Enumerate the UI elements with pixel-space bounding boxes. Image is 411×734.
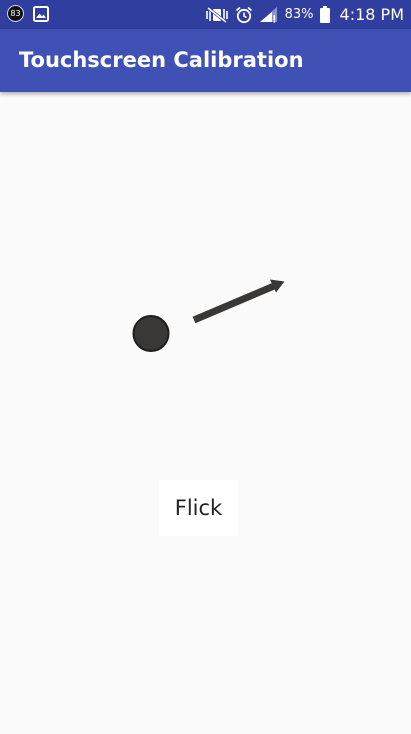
calibration-canvas[interactable] [0, 92, 411, 734]
status-clock: 4:18 PM [339, 5, 404, 24]
status-right-icons: 83% 4:18 PM [205, 4, 404, 25]
notification-count-icon: 83 [7, 5, 24, 22]
touch-target-dot[interactable] [132, 315, 170, 352]
status-bar: 83 83% 4:18 PM [0, 0, 411, 29]
status-left-icons: 83 [7, 5, 49, 22]
battery-icon [319, 6, 330, 23]
app-bar: Touchscreen Calibration [0, 29, 411, 92]
flick-arrow-icon [192, 279, 285, 324]
vibrate-mute-icon [205, 6, 228, 23]
gesture-label: Flick [174, 496, 223, 520]
gesture-label-box: Flick [159, 480, 238, 536]
signal-icon [259, 7, 277, 23]
image-icon [33, 5, 49, 22]
screen: 83 83% 4:18 PM Touchscreen Calibration F… [0, 0, 411, 734]
notification-count: 83 [10, 9, 21, 18]
alarm-icon [235, 6, 252, 23]
battery-percent: 83% [284, 7, 314, 22]
page-title: Touchscreen Calibration [19, 48, 304, 72]
